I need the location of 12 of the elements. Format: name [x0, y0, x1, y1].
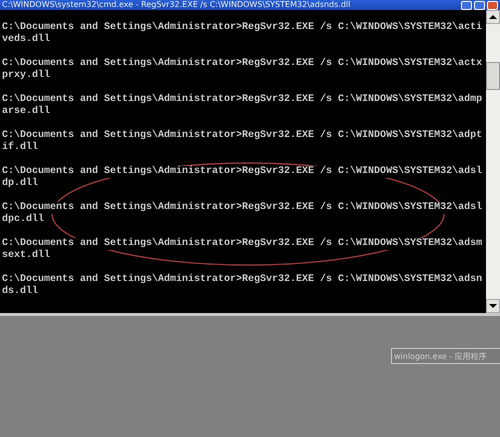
scroll-thumb[interactable] — [486, 62, 500, 90]
window-title: winlogon.exe - 应用程序 — [393, 350, 487, 362]
scroll-up-button[interactable] — [486, 10, 500, 24]
down-arrow-icon — [489, 303, 497, 309]
maximize-button[interactable] — [474, 0, 485, 10]
window-title: C:\WINDOWS\system32\cmd.exe - RegSvr32.EXE /s C:\WINDOWS\SYSTEM32\adsnds.dll — [2, 0, 350, 10]
up-arrow-icon — [489, 14, 497, 20]
minimize-button[interactable] — [461, 0, 472, 10]
close-button[interactable] — [487, 0, 498, 10]
scroll-down-button[interactable] — [486, 299, 500, 313]
scrollbar[interactable] — [486, 10, 500, 313]
taskbar-window[interactable]: winlogon.exe - 应用程序 — [391, 348, 500, 364]
